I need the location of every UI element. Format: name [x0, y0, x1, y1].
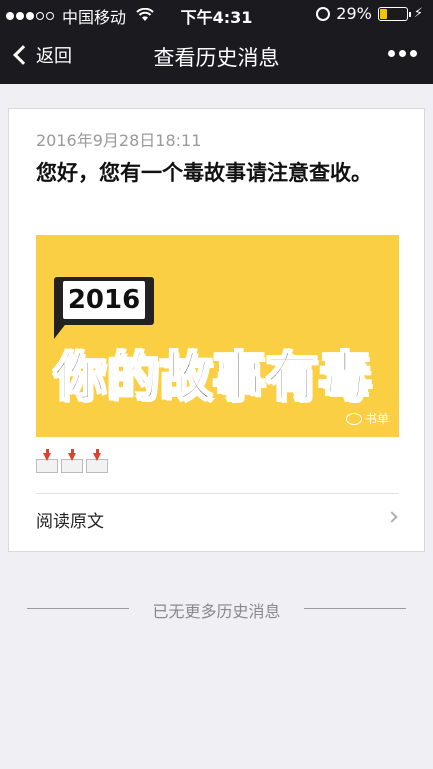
- mail-download-icon: [61, 449, 83, 473]
- battery-percent: 29%: [336, 4, 372, 23]
- message-date: 2016年9月28日18:11: [36, 131, 202, 150]
- status-bar: 中国移动 下午4:31 29% ⚡: [0, 0, 433, 28]
- message-card: 2016年9月28日18:11 您好，您有一个毒故事请注意查收。 2016 你的…: [8, 108, 425, 552]
- status-left: 中国移动: [6, 4, 154, 28]
- rotation-lock-icon: [316, 6, 331, 21]
- carrier-name: 中国移动: [62, 8, 127, 27]
- status-right: 29% ⚡: [316, 4, 423, 23]
- message-headline[interactable]: 您好，您有一个毒故事请注意查收。: [36, 155, 406, 191]
- battery-icon: [377, 6, 411, 21]
- mail-icons: [36, 449, 108, 473]
- divider: [36, 493, 399, 494]
- nav-bar: 返回 查看历史消息: [0, 28, 433, 84]
- wifi-icon: [136, 7, 154, 26]
- chevron-right-icon[interactable]: [386, 511, 398, 523]
- cover-badge: 2016: [63, 281, 145, 319]
- cover-title: 你的故事有毒: [53, 347, 373, 409]
- more-dots-icon[interactable]: [388, 50, 417, 57]
- no-more-history-text: 已无更多历史消息: [152, 602, 281, 621]
- charging-bolt-icon: ⚡: [413, 6, 423, 21]
- cover-watermark: 书单: [345, 410, 389, 427]
- signal-strength-icon: [6, 12, 54, 20]
- read-original-link[interactable]: 阅读原文: [36, 507, 104, 532]
- back-button[interactable]: 返回: [12, 42, 72, 68]
- divider-line-right: [304, 608, 406, 609]
- mail-download-icon: [36, 449, 58, 473]
- mail-download-icon: [86, 449, 108, 473]
- cover-image[interactable]: 2016 你的故事有毒 书单: [36, 235, 399, 437]
- wechat-icon: [345, 412, 362, 425]
- back-label: 返回: [36, 46, 72, 67]
- chevron-left-icon: [13, 45, 33, 65]
